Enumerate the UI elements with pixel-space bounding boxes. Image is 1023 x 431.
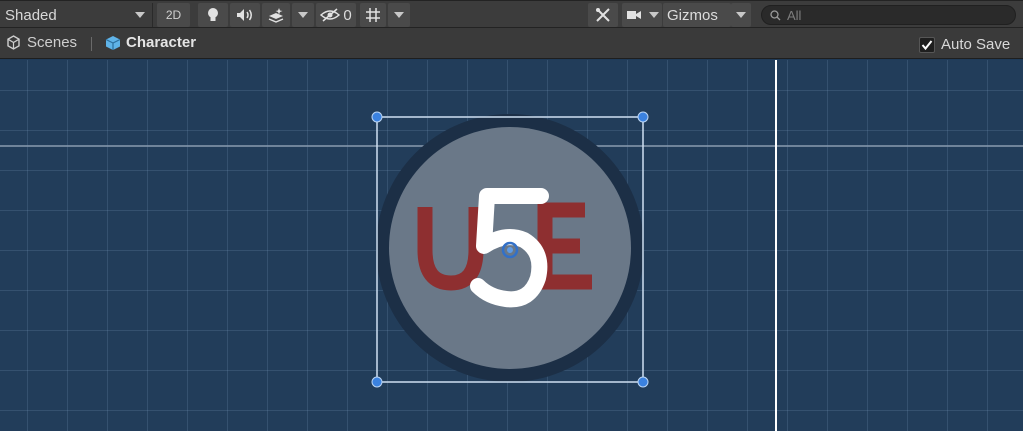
handle-top-left[interactable]	[371, 111, 383, 123]
hidden-count: 0	[343, 6, 352, 24]
auto-save-checkbox[interactable]	[919, 36, 935, 53]
draw-mode-label: Shaded	[5, 6, 57, 24]
effects-toggle-button[interactable]	[262, 3, 290, 27]
grid-toggle-button[interactable]	[360, 3, 386, 27]
visibility-icon	[320, 8, 341, 22]
audio-icon	[237, 9, 252, 21]
auto-save-label: Auto Save	[941, 36, 1011, 53]
draw-mode-dropdown[interactable]: Shaded	[0, 3, 151, 27]
breadcrumb-scenes[interactable]: Scenes	[6, 34, 77, 51]
2d-mode-button[interactable]: 2D	[157, 3, 190, 27]
grid-dropdown[interactable]	[388, 3, 410, 27]
2d-mode-label: 2D	[165, 8, 182, 22]
search-input[interactable]	[787, 7, 987, 23]
search-icon	[770, 9, 781, 20]
chevron-down-icon	[298, 12, 308, 18]
breadcrumb-character[interactable]: Character	[105, 34, 196, 51]
scene-canvas	[0, 60, 1023, 431]
grid-icon	[366, 8, 380, 22]
breadcrumb: Scenes Character	[0, 28, 1023, 59]
unity-logo-icon	[7, 35, 20, 50]
effects-dropdown[interactable]	[292, 3, 314, 27]
chevron-down-icon	[394, 12, 404, 18]
effects-icon	[268, 8, 284, 23]
scene-visibility-button[interactable]: 0	[316, 3, 356, 27]
pivot-center	[507, 247, 513, 253]
prefab-icon	[105, 35, 121, 50]
toolbar-divider	[152, 3, 153, 27]
scene-view[interactable]	[0, 60, 1023, 431]
scene-search-field[interactable]	[761, 5, 1016, 25]
scene-toolbar: Shaded 2D 0 Gizmos All	[0, 0, 1023, 28]
auto-save-toggle[interactable]: Auto Save	[919, 36, 1010, 53]
handle-top-right[interactable]	[637, 111, 649, 123]
gizmos-button[interactable]: Gizmos	[663, 3, 731, 27]
breadcrumb-character-label: Character	[126, 34, 197, 51]
audio-toggle-button[interactable]	[230, 3, 260, 27]
chevron-down-icon	[736, 12, 746, 18]
handle-bottom-left[interactable]	[371, 376, 383, 388]
gizmos-dropdown[interactable]	[731, 3, 751, 27]
breadcrumb-scenes-label: Scenes	[27, 34, 78, 51]
lightbulb-icon	[208, 8, 218, 21]
camera-settings-button[interactable]	[622, 3, 662, 27]
checkmark-icon	[921, 39, 933, 50]
component-tools-button[interactable]	[588, 3, 618, 27]
breadcrumb-separator	[91, 37, 92, 51]
chevron-down-icon	[648, 12, 659, 18]
lighting-toggle-button[interactable]	[198, 3, 228, 27]
chevron-down-icon	[135, 12, 145, 18]
handle-bottom-right[interactable]	[637, 376, 649, 388]
tools-icon	[596, 8, 610, 22]
gizmos-label: Gizmos	[667, 6, 718, 24]
camera-icon	[626, 11, 641, 19]
